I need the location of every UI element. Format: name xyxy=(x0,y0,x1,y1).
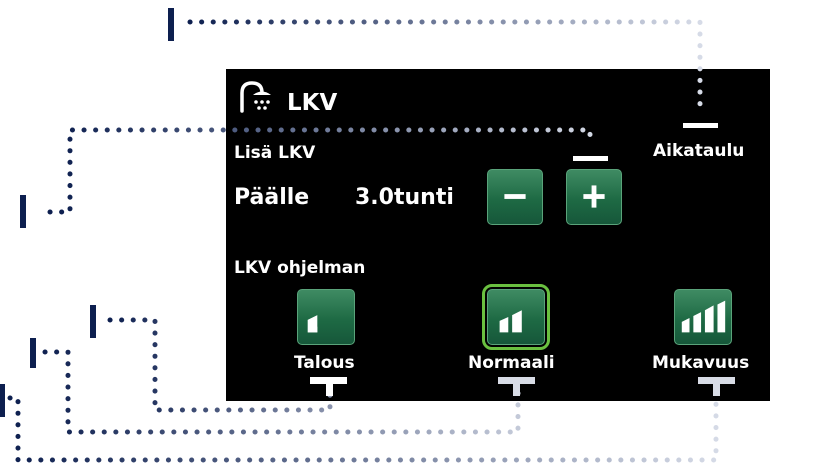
mode-talous-label: Talous xyxy=(294,353,355,373)
extra-hot-water-duration: 3.0tunti xyxy=(355,185,454,210)
mode-talous-button[interactable] xyxy=(297,289,355,345)
signal-3-bars-icon xyxy=(681,300,726,333)
callout-marker-mukavuus xyxy=(0,384,5,417)
mode-mukavuus-button[interactable] xyxy=(674,289,732,345)
device-screen xyxy=(226,69,770,401)
callout-line-mukavuus xyxy=(7,390,719,463)
callout-marker-normaali xyxy=(30,338,36,368)
extra-hot-water-state: Päälle xyxy=(234,185,310,210)
callout-marker-schedule xyxy=(168,8,174,41)
mode-normaali-button[interactable] xyxy=(482,284,550,350)
decrease-duration-button[interactable] xyxy=(487,169,543,225)
callout-marker-talous xyxy=(90,305,96,338)
signal-2-bars-icon xyxy=(499,310,522,333)
minus-icon xyxy=(504,194,526,199)
schedule-button[interactable]: Aikataulu xyxy=(653,141,744,161)
increase-duration-button[interactable] xyxy=(566,169,622,225)
signal-1-bar-icon xyxy=(307,315,318,333)
program-label: LKV ohjelman xyxy=(234,258,366,278)
page-title: LKV xyxy=(287,90,338,116)
mode-normaali-label: Normaali xyxy=(468,353,555,373)
callout-marker-extra-hot-water xyxy=(20,195,26,228)
shower-icon xyxy=(240,81,271,113)
extra-hot-water-label: Lisä LKV xyxy=(234,143,316,163)
mode-mukavuus-label: Mukavuus xyxy=(652,353,750,373)
plus-icon xyxy=(583,185,605,208)
